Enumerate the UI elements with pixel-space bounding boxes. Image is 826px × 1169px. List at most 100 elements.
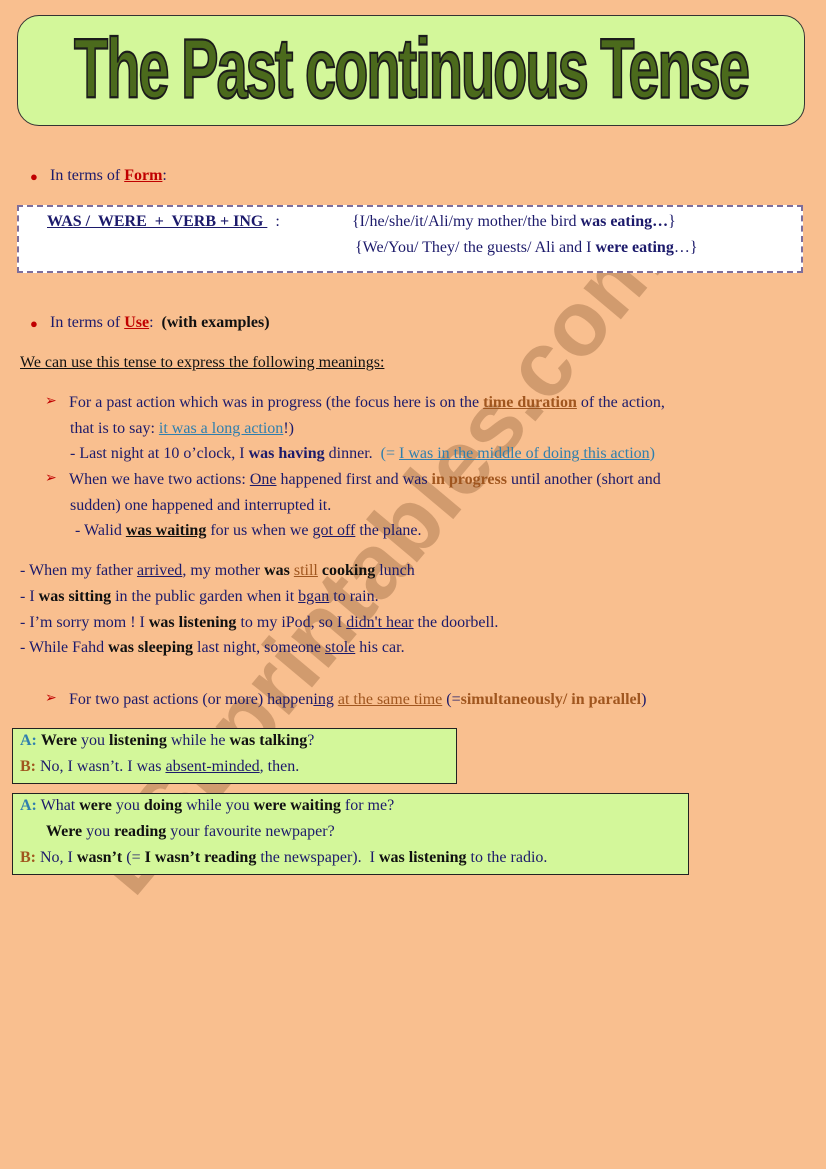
text-segment: was listening	[148, 614, 237, 631]
dialogue-2-a-cont: Were you reading your favourite newpaper…	[46, 822, 335, 842]
text-segment: for me?	[340, 797, 395, 814]
text-segment: For a past action which was in progress …	[69, 394, 484, 411]
text-segment: was waiting	[125, 522, 207, 539]
text-segment: :	[267, 213, 280, 230]
arrow-bullet-icon: ➢	[45, 470, 57, 486]
text-segment: bgan	[298, 588, 330, 605]
text-segment: We can use this tense to express the fol…	[20, 354, 385, 371]
use2-example: - Walid was waiting for us when we got o…	[75, 521, 422, 541]
text-segment: Form	[124, 167, 163, 184]
text-segment: happened first and was	[276, 471, 432, 488]
text-segment: absent-minded	[165, 758, 260, 775]
text-segment: sudden) one happened and interrupted it.	[70, 497, 332, 514]
text-segment: were eating	[595, 239, 674, 256]
text-segment: )	[641, 691, 647, 708]
text-segment: {We/You/ They/ the guests/ Ali and I	[355, 239, 596, 256]
text-segment: - While Fahd	[20, 639, 109, 656]
text-segment: :	[162, 167, 167, 184]
text-segment: wasn’t	[76, 849, 123, 866]
text-segment: }	[668, 213, 676, 230]
use3-line: For two past actions (or more) happening…	[69, 690, 646, 710]
example-3: - I’m sorry mom ! I was listening to my …	[20, 613, 498, 633]
text-segment: arrived	[137, 562, 183, 579]
text-segment: - I’m sorry mom ! I	[20, 614, 149, 631]
dialogue-2-a: A: What were you doing while you were wa…	[20, 796, 394, 816]
bullet-icon: ●	[30, 316, 38, 331]
text-segment: ?	[307, 732, 315, 749]
text-segment: for us when we	[206, 522, 313, 539]
text-segment: ing	[313, 691, 334, 708]
text-segment: got off	[312, 522, 356, 539]
text-segment: WAS / WERE + VERB + ING	[47, 213, 268, 230]
text-segment: time duration	[483, 394, 577, 411]
text-segment: B:	[20, 758, 36, 775]
text-segment: {I/he/she/it/Ali/my mother/the bird	[352, 213, 581, 230]
text-segment: dinner.	[324, 445, 381, 462]
text-segment: his car.	[355, 639, 405, 656]
text-segment: until another (short and	[506, 471, 661, 488]
text-segment: in the public garden when it	[111, 588, 299, 605]
text-segment: No, I	[36, 849, 77, 866]
arrow-bullet-icon: ➢	[45, 393, 57, 409]
text-segment: - I	[20, 588, 39, 605]
text-segment: you	[111, 797, 144, 814]
text-segment: was	[264, 562, 290, 579]
example-4: - While Fahd was sleeping last night, so…	[20, 638, 405, 658]
dialogue-1-b: B: No, I wasn’t. I was absent-minded, th…	[20, 757, 299, 777]
text-segment: to my iPod, so I	[236, 614, 347, 631]
text-segment: )	[649, 445, 655, 462]
dialogue-2-b: B: No, I wasn’t (= I wasn’t reading the …	[20, 848, 547, 868]
arrow-bullet-icon: ➢	[45, 690, 57, 706]
use1-example: - Last night at 10 o’clock, I was having…	[70, 444, 655, 464]
text-segment: didn't hear	[346, 614, 414, 631]
text-segment: the plane.	[355, 522, 422, 539]
text-segment: I wasn’t reading	[144, 849, 257, 866]
text-segment: stole	[325, 639, 356, 656]
title-banner: The Past continuous Tense	[17, 15, 805, 126]
text-segment: that is to say:	[70, 420, 159, 437]
text-segment: In terms of	[50, 314, 125, 331]
text-segment: Use	[124, 314, 150, 331]
text-segment: your favourite newpaper?	[166, 823, 335, 840]
text-segment: were	[79, 797, 112, 814]
form-plural-example: {We/You/ They/ the guests/ Ali and I wer…	[355, 238, 698, 258]
text-segment: (=	[122, 849, 145, 866]
text-segment: (=	[380, 445, 400, 462]
text-segment: cooking	[321, 562, 376, 579]
text-segment: of the action,	[576, 394, 665, 411]
text-segment: :	[149, 314, 162, 331]
text-segment: while you	[182, 797, 254, 814]
text-segment: was talking	[229, 732, 308, 749]
text-segment: One	[249, 471, 277, 488]
text-segment: the doorbell.	[413, 614, 499, 631]
bullet-icon: ●	[30, 169, 38, 184]
text-segment: A:	[20, 732, 37, 749]
text-segment: was sleeping	[108, 639, 194, 656]
text-segment: was listening	[378, 849, 467, 866]
text-segment: at the same time	[337, 691, 443, 708]
text-segment: reading	[114, 823, 167, 840]
text-segment: I was in the middle of doing this action	[399, 445, 650, 462]
text-segment: - Last night at 10 o’clock, I	[70, 445, 249, 462]
text-segment: you	[82, 823, 115, 840]
text-segment: still	[293, 562, 318, 579]
text-segment: A:	[20, 797, 37, 814]
form-rule: WAS / WERE + VERB + ING :	[47, 212, 280, 232]
example-1: - When my father arrived, my mother was …	[20, 561, 415, 581]
text-segment: When we have two actions:	[69, 471, 250, 488]
text-segment: was having	[248, 445, 325, 462]
text-segment: (=	[442, 691, 461, 708]
text-segment: in progress	[431, 471, 507, 488]
text-segment: What	[36, 797, 80, 814]
text-segment: simultaneously/ in parallel	[460, 691, 642, 708]
text-segment: , then.	[259, 758, 300, 775]
text-segment: B:	[20, 849, 36, 866]
text-segment: listening	[109, 732, 167, 749]
use1-line1: For a past action which was in progress …	[69, 393, 665, 413]
text-segment: to rain.	[329, 588, 379, 605]
text-segment: No, I wasn’t. I was	[36, 758, 166, 775]
text-segment: were waiting	[253, 797, 341, 814]
text-segment: …}	[673, 239, 698, 256]
example-2: - I was sitting in the public garden whe…	[20, 587, 379, 607]
text-segment: while he	[166, 732, 230, 749]
